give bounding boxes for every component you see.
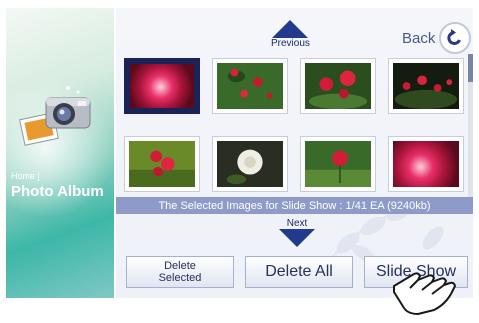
rose-photo bbox=[129, 141, 195, 187]
rose-photo bbox=[217, 63, 283, 109]
next-label: Next bbox=[286, 218, 308, 229]
status-bar: The Selected Images for Slide Show : 1/4… bbox=[116, 197, 473, 214]
status-text: The Selected Images for Slide Show : 1/4… bbox=[158, 199, 431, 212]
thumbnail-4[interactable] bbox=[388, 58, 464, 114]
page-title: Photo Album bbox=[11, 183, 104, 200]
rose-photo bbox=[305, 63, 371, 109]
delete-selected-button[interactable]: Delete Selected bbox=[126, 256, 234, 288]
thumbnail-7[interactable] bbox=[300, 136, 376, 192]
delete-selected-label-2: Selected bbox=[158, 272, 202, 284]
arrow-down-icon bbox=[279, 229, 315, 247]
rose-photo bbox=[130, 64, 194, 108]
back-arrow-icon bbox=[439, 22, 472, 54]
rose-photo bbox=[217, 141, 283, 187]
delete-selected-label-1: Delete bbox=[164, 260, 196, 272]
main-panel: Previous Back The Selected Images for Sl… bbox=[116, 8, 473, 298]
previous-label: Previous bbox=[271, 38, 310, 49]
thumbnail-3[interactable] bbox=[300, 58, 376, 114]
home-breadcrumb[interactable]: Home | bbox=[11, 171, 40, 181]
camera-icon bbox=[16, 80, 100, 146]
rose-photo bbox=[393, 63, 459, 109]
thumbnail-8[interactable] bbox=[388, 136, 464, 192]
scrollbar[interactable] bbox=[468, 54, 473, 198]
thumbnail-1[interactable] bbox=[124, 58, 200, 114]
arrow-up-icon bbox=[272, 20, 309, 38]
back-label: Back bbox=[402, 29, 436, 47]
sidebar-panel: Home | Photo Album bbox=[6, 8, 114, 298]
rose-photo bbox=[393, 141, 459, 187]
next-button[interactable]: Next bbox=[279, 218, 315, 247]
delete-all-label: Delete All bbox=[265, 263, 333, 280]
thumbnail-grid bbox=[124, 58, 464, 198]
scrollbar-thumb[interactable] bbox=[468, 54, 473, 82]
thumbnail-2[interactable] bbox=[212, 58, 288, 114]
rose-photo bbox=[305, 141, 371, 187]
thumbnail-5[interactable] bbox=[124, 136, 200, 192]
back-button[interactable]: Back bbox=[402, 22, 472, 54]
thumbnail-6[interactable] bbox=[212, 136, 288, 192]
touch-hand-icon bbox=[393, 272, 456, 315]
previous-button[interactable]: Previous bbox=[271, 20, 310, 49]
delete-all-button[interactable]: Delete All bbox=[245, 256, 353, 288]
